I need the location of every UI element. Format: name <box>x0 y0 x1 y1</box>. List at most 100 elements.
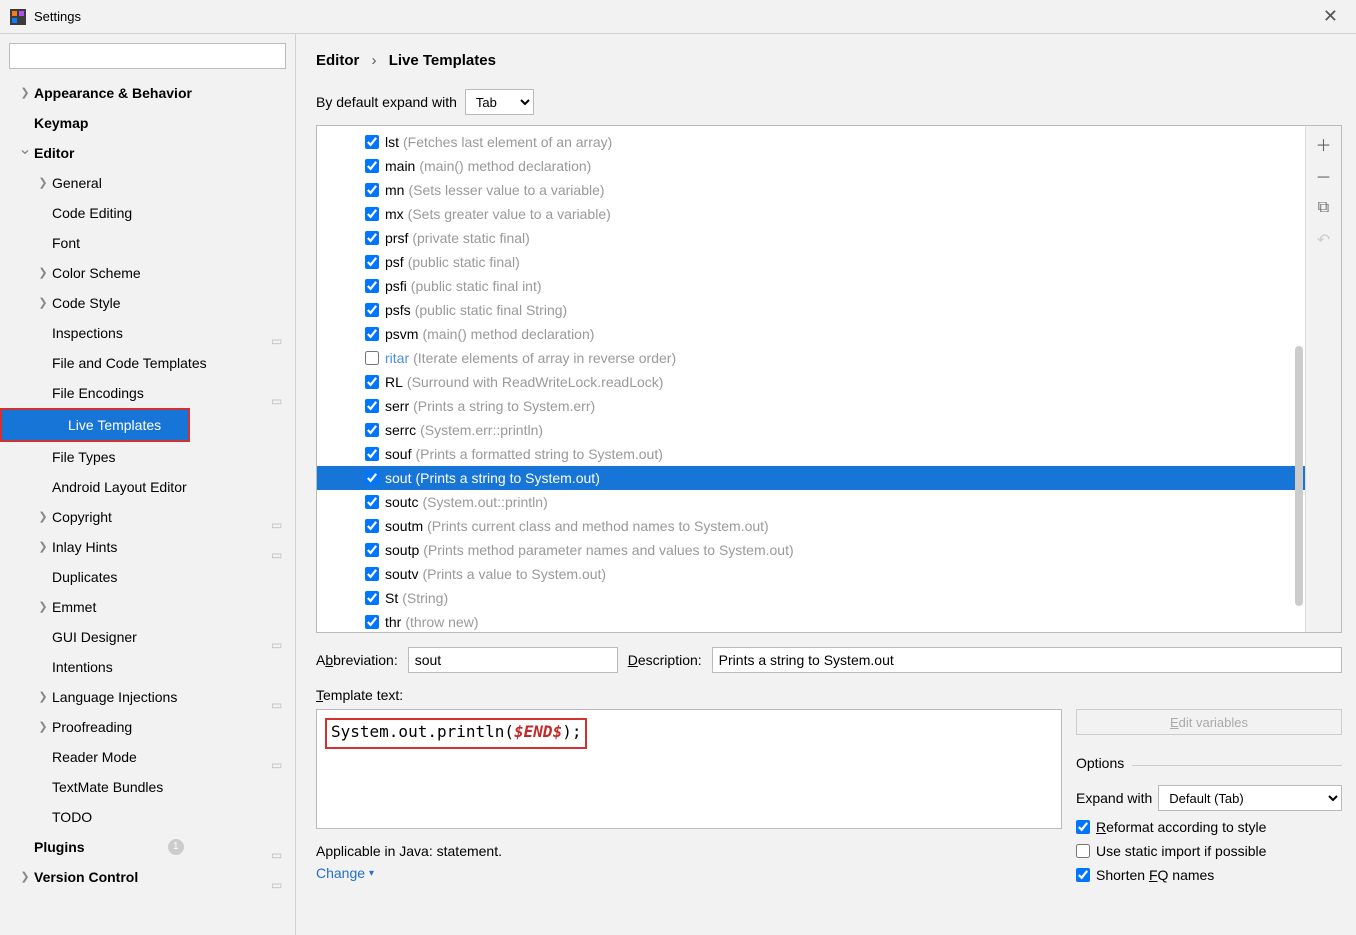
sidebar-item-inlay-hints[interactable]: ❯Inlay Hints▭ <box>0 532 295 562</box>
sidebar-item-gui-designer[interactable]: ❯GUI Designer▭ <box>0 622 295 652</box>
sidebar-item-proofreading[interactable]: ❯Proofreading <box>0 712 295 742</box>
sidebar-item-file-encodings[interactable]: ❯File Encodings▭ <box>0 378 295 408</box>
template-row-psfi[interactable]: psfi (public static final int) <box>317 274 1305 298</box>
sidebar-item-appearance-behavior[interactable]: ❯Appearance & Behavior <box>0 78 295 108</box>
breadcrumb-a[interactable]: Editor <box>316 52 359 69</box>
sidebar-item-font[interactable]: ❯Font <box>0 228 295 258</box>
template-row-souf[interactable]: souf (Prints a formatted string to Syste… <box>317 442 1305 466</box>
sidebar-item-language-injections[interactable]: ❯Language Injections▭ <box>0 682 295 712</box>
sidebar-item-code-style[interactable]: ❯Code Style <box>0 288 295 318</box>
sidebar-item-version-control[interactable]: ❯Version Control▭ <box>0 862 295 892</box>
sidebar-item-label: Inspections <box>52 318 123 348</box>
breadcrumb: Editor › Live Templates <box>316 52 1342 69</box>
template-abbr: soutm <box>385 518 423 534</box>
template-row-soutv[interactable]: soutv (Prints a value to System.out) <box>317 562 1305 586</box>
template-row-soutm[interactable]: soutm (Prints current class and method n… <box>317 514 1305 538</box>
template-checkbox[interactable] <box>365 231 379 245</box>
static-import-check[interactable]: Use static import if possible <box>1076 843 1342 859</box>
template-row-soutc[interactable]: soutc (System.out::println) <box>317 490 1305 514</box>
sidebar-item-live-templates[interactable]: ❯Live Templates <box>2 410 188 440</box>
template-checkbox[interactable] <box>365 135 379 149</box>
template-abbr: psf <box>385 254 404 270</box>
copy-icon[interactable]: ⧉ <box>1312 196 1336 220</box>
expand-with-select[interactable]: Default (Tab) <box>1158 785 1342 811</box>
sidebar-item-code-editing[interactable]: ❯Code Editing <box>0 198 295 228</box>
static-import-checkbox[interactable] <box>1076 844 1090 858</box>
template-checkbox[interactable] <box>365 327 379 341</box>
sidebar-item-label: File Encodings <box>52 378 144 408</box>
template-row-RL[interactable]: RL (Surround with ReadWriteLock.readLock… <box>317 370 1305 394</box>
abbreviation-input[interactable] <box>408 647 618 673</box>
template-checkbox[interactable] <box>365 615 379 629</box>
shorten-check[interactable]: Shorten FQ names <box>1076 867 1342 883</box>
change-link[interactable]: Change▾ <box>316 865 1062 881</box>
sidebar-item-editor[interactable]: ⌄Editor <box>0 138 295 168</box>
template-checkbox[interactable] <box>365 567 379 581</box>
template-row-serrc[interactable]: serrc (System.err::println) <box>317 418 1305 442</box>
modified-badge-icon: ▭ <box>271 750 285 764</box>
sidebar-item-android-layout-editor[interactable]: ❯Android Layout Editor <box>0 472 295 502</box>
template-checkbox[interactable] <box>365 255 379 269</box>
sidebar-item-copyright[interactable]: ❯Copyright▭ <box>0 502 295 532</box>
template-abbr: St <box>385 590 398 606</box>
template-checkbox[interactable] <box>365 159 379 173</box>
sidebar-item-general[interactable]: ❯General <box>0 168 295 198</box>
template-row-psfs[interactable]: psfs (public static final String) <box>317 298 1305 322</box>
sidebar-item-intentions[interactable]: ❯Intentions <box>0 652 295 682</box>
template-checkbox[interactable] <box>365 591 379 605</box>
reformat-check[interactable]: Reformat according to style <box>1076 819 1342 835</box>
reformat-checkbox[interactable] <box>1076 820 1090 834</box>
template-row-psvm[interactable]: psvm (main() method declaration) <box>317 322 1305 346</box>
template-checkbox[interactable] <box>365 207 379 221</box>
sidebar-item-file-types[interactable]: ❯File Types <box>0 442 295 472</box>
template-row-soutp[interactable]: soutp (Prints method parameter names and… <box>317 538 1305 562</box>
sidebar-item-color-scheme[interactable]: ❯Color Scheme <box>0 258 295 288</box>
sidebar-item-file-and-code-templates[interactable]: ❯File and Code Templates <box>0 348 295 378</box>
right-col: Edit variables Options Expand with Defau… <box>1076 709 1342 925</box>
remove-icon[interactable]: － <box>1312 164 1336 188</box>
template-row-St[interactable]: St (String) <box>317 586 1305 610</box>
template-checkbox[interactable] <box>365 471 379 485</box>
template-row-sout[interactable]: sout (Prints a string to System.out) <box>317 466 1305 490</box>
search-input[interactable] <box>9 43 286 69</box>
template-row-psf[interactable]: psf (public static final) <box>317 250 1305 274</box>
shorten-checkbox[interactable] <box>1076 868 1090 882</box>
template-checkbox[interactable] <box>365 303 379 317</box>
template-desc: (Sets greater value to a variable) <box>408 206 611 222</box>
sidebar-item-todo[interactable]: ❯TODO <box>0 802 295 832</box>
template-row-main[interactable]: main (main() method declaration) <box>317 154 1305 178</box>
default-expand-select[interactable]: Tab <box>465 89 534 115</box>
template-checkbox[interactable] <box>365 183 379 197</box>
template-row-mn[interactable]: mn (Sets lesser value to a variable) <box>317 178 1305 202</box>
template-checkbox[interactable] <box>365 447 379 461</box>
template-list[interactable]: lst (Fetches last element of an array)ma… <box>317 126 1305 632</box>
template-row-mx[interactable]: mx (Sets greater value to a variable) <box>317 202 1305 226</box>
template-checkbox[interactable] <box>365 519 379 533</box>
settings-tree[interactable]: ❯Appearance & Behavior❯Keymap⌄Editor❯Gen… <box>0 78 295 935</box>
description-input[interactable] <box>712 647 1342 673</box>
sidebar-item-plugins[interactable]: ❯Plugins1▭ <box>0 832 295 862</box>
template-checkbox[interactable] <box>365 279 379 293</box>
template-row-ritar[interactable]: ritar (Iterate elements of array in reve… <box>317 346 1305 370</box>
sidebar-item-duplicates[interactable]: ❯Duplicates <box>0 562 295 592</box>
undo-icon[interactable]: ↶ <box>1312 228 1336 252</box>
template-text-editor[interactable]: System.out.println($END$); <box>316 709 1062 829</box>
scrollbar[interactable] <box>1295 346 1303 606</box>
sidebar-item-keymap[interactable]: ❯Keymap <box>0 108 295 138</box>
template-checkbox[interactable] <box>365 423 379 437</box>
sidebar-item-textmate-bundles[interactable]: ❯TextMate Bundles <box>0 772 295 802</box>
template-checkbox[interactable] <box>365 495 379 509</box>
template-row-thr[interactable]: thr (throw new) <box>317 610 1305 632</box>
sidebar-item-emmet[interactable]: ❯Emmet <box>0 592 295 622</box>
template-row-prsf[interactable]: prsf (private static final) <box>317 226 1305 250</box>
template-checkbox[interactable] <box>365 399 379 413</box>
template-row-lst[interactable]: lst (Fetches last element of an array) <box>317 130 1305 154</box>
close-icon[interactable]: ✕ <box>1315 2 1346 31</box>
sidebar-item-inspections[interactable]: ❯Inspections▭ <box>0 318 295 348</box>
template-row-serr[interactable]: serr (Prints a string to System.err) <box>317 394 1305 418</box>
template-checkbox[interactable] <box>365 543 379 557</box>
sidebar-item-reader-mode[interactable]: ❯Reader Mode▭ <box>0 742 295 772</box>
template-checkbox[interactable] <box>365 351 379 365</box>
template-checkbox[interactable] <box>365 375 379 389</box>
add-icon[interactable]: ＋ <box>1312 132 1336 156</box>
